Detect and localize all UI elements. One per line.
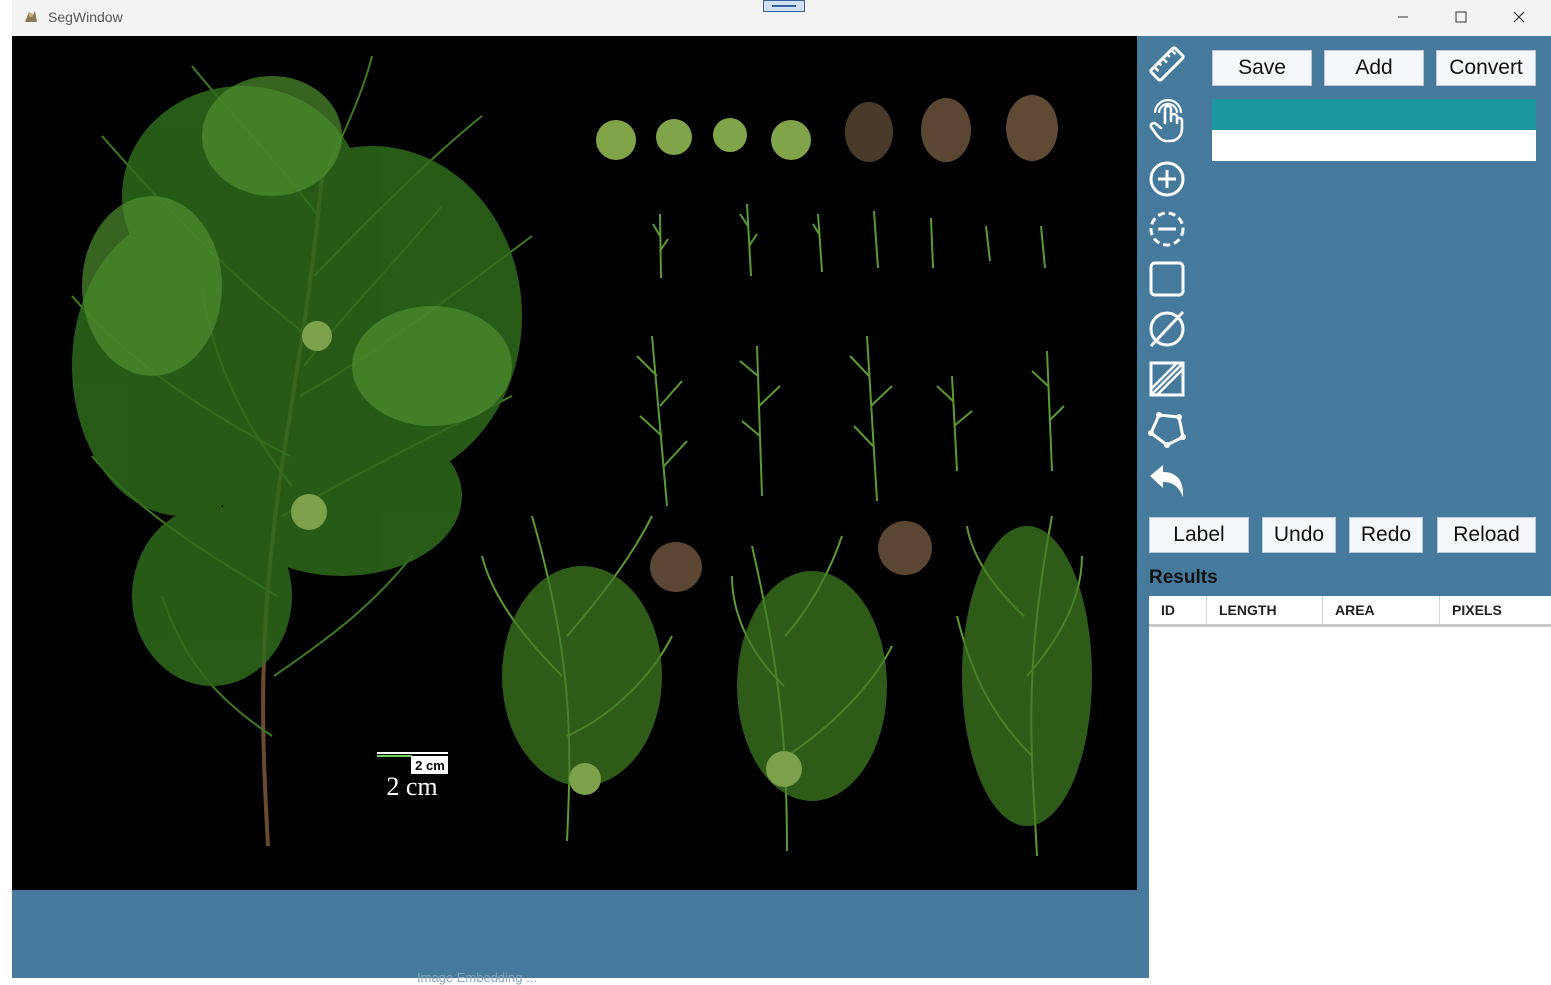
window-edge (0, 0, 12, 978)
label-item-teal[interactable] (1212, 99, 1536, 130)
touch-tool[interactable] (1145, 99, 1189, 143)
specimen-image: 2 cm 2 cm (71, 55, 1092, 857)
maximize-button[interactable] (1438, 4, 1484, 32)
redo-button[interactable]: Redo (1349, 517, 1423, 553)
reload-button[interactable]: Reload (1437, 517, 1536, 553)
polygon-icon (1148, 412, 1186, 448)
add-button[interactable]: Add (1324, 50, 1424, 86)
undo-button[interactable]: Undo (1262, 517, 1336, 553)
touch-hand-icon (1149, 99, 1184, 143)
window-title: SegWindow (48, 9, 123, 25)
label-list[interactable] (1212, 99, 1536, 161)
small-sprigs-row (652, 203, 1046, 279)
remove-point-icon (1149, 211, 1185, 247)
undo-arrow-tool[interactable] (1145, 459, 1189, 503)
crop-tool[interactable] (1145, 357, 1189, 401)
polygon-tool[interactable] (1145, 407, 1189, 451)
scale-bar-large-label: 2 cm (386, 772, 437, 801)
main-branch (71, 55, 533, 847)
add-point-tool[interactable] (1145, 157, 1189, 201)
close-button[interactable] (1496, 4, 1542, 32)
column-header-area[interactable]: AREA (1323, 596, 1440, 624)
scale-bar-small-label: 2 cm (415, 758, 445, 773)
box-select-icon (1149, 261, 1185, 297)
remove-point-tool[interactable] (1145, 207, 1189, 251)
bottom-panel: Image Embedding ... (12, 890, 1149, 985)
crop-icon (1149, 361, 1185, 397)
ruler-tool[interactable] (1145, 42, 1189, 86)
image-canvas[interactable]: 2 cm 2 cm (12, 36, 1137, 890)
save-button[interactable]: Save (1212, 50, 1312, 86)
title-bar: SegWindow (12, 0, 1551, 36)
clear-icon (1149, 310, 1185, 348)
minimize-button[interactable] (1380, 4, 1426, 32)
clear-tool[interactable] (1145, 307, 1189, 351)
medium-sprigs-row (636, 335, 1065, 507)
column-header-id[interactable]: ID (1149, 596, 1207, 624)
drag-handle[interactable] (763, 0, 805, 12)
label-button[interactable]: Label (1149, 517, 1249, 553)
ruler-icon (1149, 46, 1185, 82)
results-table[interactable]: ID LENGTH AREA PIXELS (1149, 596, 1551, 978)
results-header-row: ID LENGTH AREA PIXELS (1149, 596, 1551, 627)
box-select-tool[interactable] (1145, 257, 1189, 301)
right-panel: Save Add Convert Label Undo Redo Reload … (1137, 36, 1551, 978)
column-header-length[interactable]: LENGTH (1207, 596, 1323, 624)
scale-bar: 2 cm 2 cm (377, 752, 448, 801)
results-title: Results (1149, 567, 1218, 588)
undo-arrow-icon (1150, 465, 1184, 497)
add-point-icon (1149, 161, 1185, 197)
app-icon (22, 8, 40, 26)
label-item-white[interactable] (1212, 130, 1536, 161)
convert-button[interactable]: Convert (1436, 50, 1536, 86)
column-header-pixels[interactable]: PIXELS (1440, 596, 1551, 624)
cones-row (596, 95, 1058, 162)
